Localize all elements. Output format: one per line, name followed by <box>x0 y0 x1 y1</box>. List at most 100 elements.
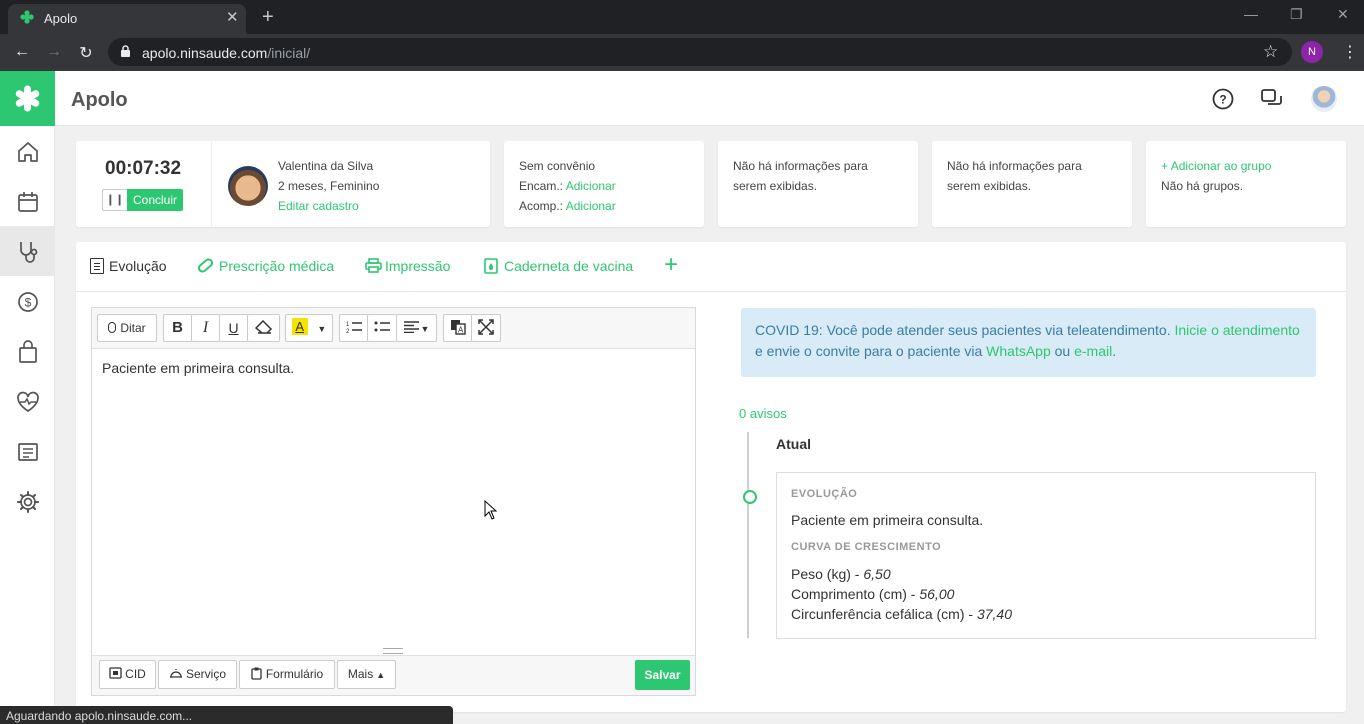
head-circumference-label: Circunferência cefálica (cm) - <box>791 606 974 622</box>
email-link[interactable]: e-mail <box>1074 343 1112 359</box>
evolution-section-title: EVOLUÇÃO <box>791 488 858 500</box>
add-group-label: Adicionar ao grupo <box>1170 159 1272 173</box>
report-icon[interactable] <box>14 438 42 466</box>
add-group-link[interactable]: + Adicionar ao grupo <box>1161 156 1271 176</box>
bookmark-star-icon[interactable]: ☆ <box>1263 42 1278 62</box>
tab-caderneta[interactable]: Caderneta de vacina <box>484 258 633 274</box>
app-logo[interactable] <box>0 71 55 126</box>
warnings-count-link[interactable]: 0 avisos <box>739 406 787 421</box>
gear-icon[interactable] <box>14 488 42 516</box>
start-attendance-link-2[interactable]: atendimento <box>1223 322 1300 338</box>
stethoscope-icon[interactable] <box>14 238 42 266</box>
forward-icon[interactable]: → <box>44 43 64 61</box>
home-icon[interactable] <box>14 138 42 166</box>
info-card-2-line1: Não há informações para <box>947 159 1082 173</box>
heart-pulse-icon[interactable] <box>14 388 42 416</box>
save-button[interactable]: Salvar <box>635 660 690 690</box>
formulario-button[interactable]: Formulário <box>239 660 335 689</box>
divider <box>211 141 212 227</box>
acomp-add-link[interactable]: Adicionar <box>566 199 616 213</box>
tab-caderneta-label: Caderneta de vacina <box>504 258 634 274</box>
start-attendance-link-1[interactable]: Inicie o <box>1175 322 1219 338</box>
fullscreen-button[interactable] <box>471 314 501 342</box>
ordered-list-button[interactable]: 12 <box>339 314 368 342</box>
chat-icon[interactable] <box>1260 88 1284 110</box>
weight-value: 6,50 <box>863 566 891 582</box>
microphone-icon <box>108 322 117 333</box>
tabs-divider <box>76 291 1346 292</box>
shopping-bag-icon[interactable] <box>14 338 42 366</box>
length-value: 56,00 <box>919 586 955 602</box>
edit-patient-link[interactable]: Editar cadastro <box>278 196 359 216</box>
encam-add-link[interactable]: Adicionar <box>566 179 616 193</box>
dictate-button[interactable]: Ditar <box>97 314 157 342</box>
align-caret-icon: ▼ <box>420 324 430 334</box>
underline-button[interactable]: U <box>219 314 248 342</box>
app-title: Apolo <box>71 89 128 111</box>
restore-icon[interactable]: ❐ <box>1290 6 1303 23</box>
covid-text-3: ou <box>1054 343 1071 359</box>
close-window-icon[interactable]: ✕ <box>1337 6 1349 23</box>
bold-button[interactable]: B <box>163 314 192 342</box>
close-tab-icon[interactable]: ✕ <box>226 8 239 26</box>
ordered-list-icon: 12 <box>346 322 362 335</box>
svg-text:A: A <box>458 326 464 335</box>
mais-label: Mais <box>347 667 374 681</box>
timeline-dot <box>743 490 757 504</box>
browser-status-bar: Aguardando apolo.ninsaude.com... <box>0 706 453 724</box>
length-row: Comprimento (cm) - 56,00 <box>791 586 954 602</box>
help-icon[interactable]: ? <box>1212 88 1234 110</box>
resize-handle[interactable] <box>383 648 403 654</box>
tab-impressao[interactable]: Impressão <box>365 258 450 274</box>
add-tab-icon[interactable]: + <box>664 253 678 277</box>
url-text: apolo.ninsaude.com/inicial/ <box>142 45 310 61</box>
eraser-icon <box>254 319 272 334</box>
favicon-icon <box>20 10 34 24</box>
whatsapp-link[interactable]: WhatsApp <box>986 343 1051 359</box>
head-circumference-value: 37,40 <box>976 606 1012 622</box>
covid-text-4: . <box>1112 343 1117 359</box>
servico-button[interactable]: Serviço <box>158 660 237 689</box>
covid-text-1: COVID 19: Você pode atender seus pacient… <box>755 322 1171 338</box>
pill-icon <box>196 256 215 275</box>
url-path: /inicial/ <box>267 45 311 61</box>
encam-label: Encam.: <box>519 179 564 193</box>
tab-impressao-label: Impressão <box>385 258 451 274</box>
italic-button[interactable]: I <box>191 314 220 342</box>
calendar-icon[interactable] <box>14 188 42 216</box>
tab-evolucao-label: Evolução <box>109 258 167 274</box>
align-button[interactable]: ▼ <box>396 314 437 342</box>
browser-menu-icon[interactable]: ⋮ <box>1342 42 1358 62</box>
info-card-2-line2: serem exibidas. <box>947 179 1032 193</box>
consultation-timer: 00:07:32 <box>105 158 182 179</box>
no-groups-text: Não há grupos. <box>1161 179 1244 193</box>
minimize-icon[interactable]: — <box>1244 6 1258 22</box>
acomp-label: Acomp.: <box>519 199 564 213</box>
head-circumference-row: Circunferência cefálica (cm) - 37,40 <box>791 606 1012 622</box>
info-card-1-line2: serem exibidas. <box>733 179 818 193</box>
user-avatar[interactable] <box>1311 86 1337 112</box>
editor-content[interactable]: Paciente em primeira consulta. <box>102 360 294 376</box>
money-icon[interactable]: $ <box>14 288 42 316</box>
new-tab-icon[interactable]: + <box>262 6 274 29</box>
highlight-color-button[interactable]: A ▼ <box>285 314 333 342</box>
tab-evolucao[interactable]: Evolução <box>90 258 167 274</box>
bullet-list-button[interactable] <box>367 314 397 342</box>
cid-button[interactable]: CID <box>99 660 156 689</box>
back-icon[interactable]: ← <box>12 43 32 61</box>
svg-text:?: ? <box>1219 93 1226 107</box>
profile-avatar[interactable]: N <box>1301 41 1323 63</box>
pause-button[interactable]: ❙❙ <box>102 189 128 211</box>
reload-icon[interactable]: ↻ <box>76 43 96 63</box>
translate-button[interactable]: A <box>443 314 472 342</box>
mais-button[interactable]: Mais ▲ <box>337 660 396 689</box>
tab-prescricao-label: Prescrição médica <box>219 258 335 274</box>
encam-row: Encam.: Adicionar <box>519 176 616 196</box>
align-left-icon <box>403 321 419 334</box>
eraser-button[interactable] <box>247 314 280 342</box>
asterisk-logo-icon <box>15 85 40 112</box>
conclude-button[interactable]: Concluir <box>127 189 183 211</box>
caret-up-icon: ▲ <box>376 670 386 680</box>
vaccine-icon <box>484 258 498 274</box>
tab-prescricao[interactable]: Prescrição médica <box>196 256 335 275</box>
